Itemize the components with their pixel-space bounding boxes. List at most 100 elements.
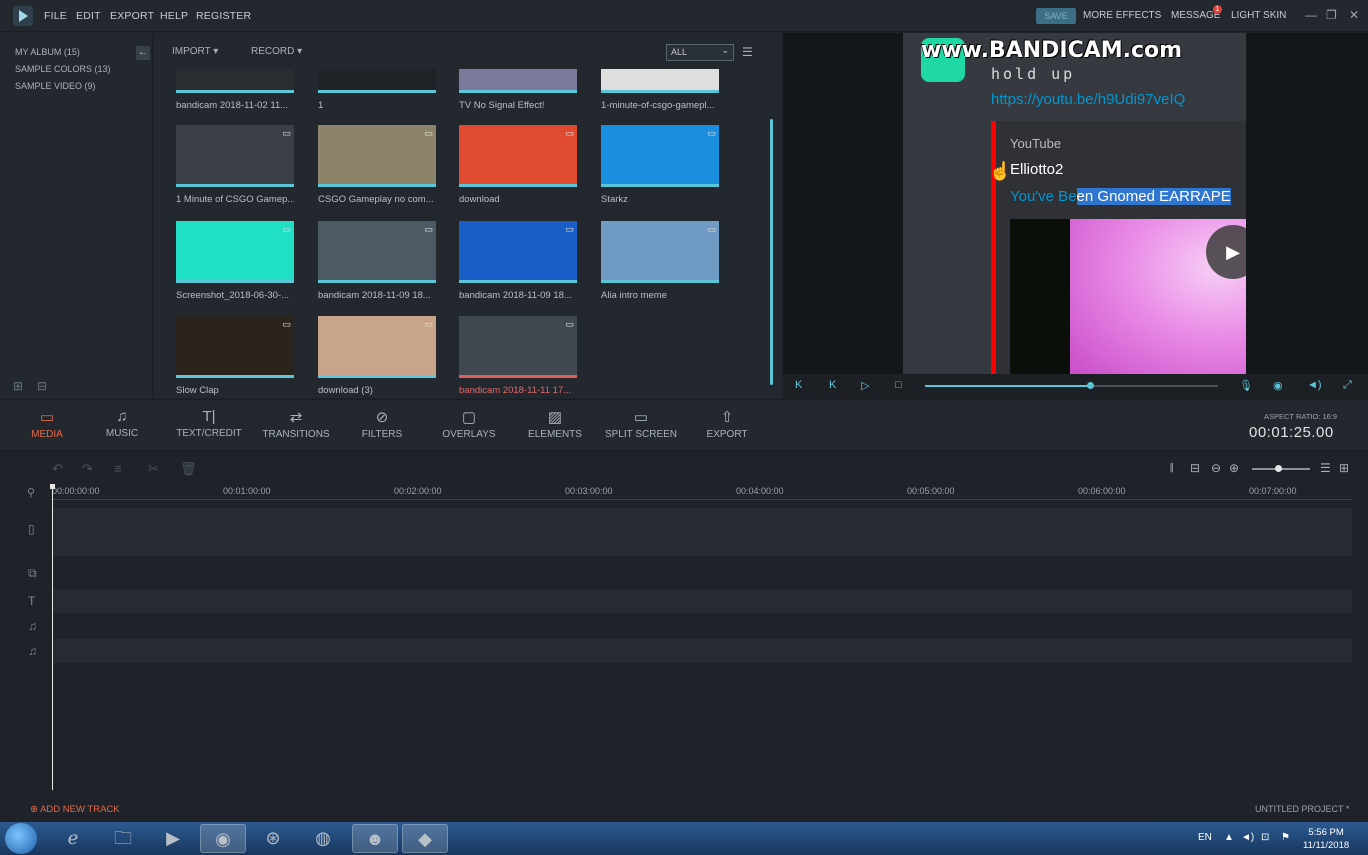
video-track[interactable] <box>52 508 1352 556</box>
menu-file[interactable]: FILE <box>44 10 67 22</box>
tab-text-credit[interactable]: T| TEXT/CREDIT <box>169 408 249 439</box>
ruler-tick: 00:07:00:00 <box>1249 486 1297 496</box>
tab-icon: ♫ <box>116 408 128 425</box>
tab-media[interactable]: ▭ MEDIA <box>7 408 87 440</box>
media-filter-select[interactable]: ALL ⌄ <box>666 44 734 61</box>
menu-help[interactable]: HELP <box>160 10 188 22</box>
media-item[interactable]: ▭ Screenshot_2018-06-30-... <box>176 221 294 301</box>
volume-tray-icon[interactable]: ◄) <box>1241 832 1254 843</box>
adjust-icon[interactable]: ≡ <box>114 461 122 476</box>
chrome-icon[interactable]: ◉ <box>200 824 246 853</box>
file-explorer-icon[interactable]: 🗀 <box>100 824 146 853</box>
redo-icon[interactable]: ↷ <box>82 461 93 477</box>
firefox-icon[interactable]: ◍ <box>300 824 346 853</box>
step-forward-icon[interactable]: K <box>829 379 836 391</box>
media-item[interactable]: ▭ Slow Clap <box>176 316 294 396</box>
media-item[interactable]: 1-minute-of-csgo-gamepl... <box>601 69 719 111</box>
tab-filters[interactable]: ⊘ FILTERS <box>342 408 422 440</box>
delete-icon[interactable]: 🗑 <box>180 461 197 477</box>
record-button[interactable]: RECORD ▾ <box>251 46 302 57</box>
media-item[interactable]: bandicam 2018-11-02 11... <box>176 69 294 111</box>
video-track-icon: ▯ <box>28 522 35 536</box>
tab-overlays[interactable]: ▢ OVERLAYS <box>429 408 509 440</box>
media-item[interactable]: ▭ download (3) <box>318 316 436 396</box>
internet-explorer-icon[interactable]: ℯ <box>50 824 96 853</box>
feature-tabs-bar: ▭ MEDIA ♫ MUSIC T| TEXT/CREDIT ⇄ TRANSITIONS ⊘ FI… <box>0 399 1368 451</box>
media-item[interactable]: ▭ 1 Minute of CSGO Gamep... <box>176 125 294 205</box>
preview-progress[interactable] <box>925 382 1218 389</box>
menu-register[interactable]: REGISTER <box>196 10 251 22</box>
fit-timeline-icon[interactable]: ⊟ <box>1190 461 1200 475</box>
add-new-track-button[interactable]: ⊕ ADD NEW TRACK <box>30 804 120 815</box>
save-button[interactable]: SAVE <box>1036 8 1076 24</box>
system-clock[interactable]: 5:56 PM 11/11/2018 <box>1303 826 1349 852</box>
media-thumbnail <box>459 69 577 93</box>
media-thumbnail: ▭ <box>459 125 577 187</box>
fullscreen-icon[interactable]: ⤢ <box>1343 379 1352 392</box>
media-item[interactable]: ▭ CSGO Gameplay no com... <box>318 125 436 205</box>
media-item[interactable]: 1 <box>318 69 436 111</box>
tab-export[interactable]: ⇧ EXPORT <box>687 408 767 440</box>
tab-transitions[interactable]: ⇄ TRANSITIONS <box>256 408 336 440</box>
snapshot-icon[interactable]: ◉ <box>1273 379 1283 392</box>
volume-icon[interactable]: ◄) <box>1307 379 1322 391</box>
tray-arrow-icon[interactable]: ▲ <box>1224 832 1234 843</box>
zoom-out-icon[interactable]: ⊖ <box>1211 461 1221 475</box>
microphone-icon[interactable]: 🎙 <box>1239 379 1253 392</box>
start-button[interactable] <box>5 823 37 854</box>
media-player-icon[interactable]: ▶ <box>150 824 196 853</box>
minimize-icon[interactable]: — <box>1305 8 1317 22</box>
filmora-icon[interactable]: ◆ <box>402 824 448 853</box>
media-item[interactable]: TV No Signal Effect! <box>459 69 577 111</box>
media-item[interactable]: ▭ Starkz <box>601 125 719 205</box>
cut-icon[interactable]: ✂ <box>148 461 159 477</box>
delete-folder-icon[interactable]: ⊟ <box>37 379 47 393</box>
stop-icon[interactable]: □ <box>895 379 902 391</box>
skip-back-icon[interactable]: K <box>795 379 802 391</box>
flag-tray-icon[interactable]: ⚑ <box>1281 832 1290 843</box>
light-skin-button[interactable]: LIGHT SKIN <box>1231 10 1286 21</box>
timeline-ruler[interactable]: 00:00:00:00 00:01:00:00 00:02:00:00 00:03:0… <box>52 484 1352 500</box>
maximize-icon[interactable]: ❐ <box>1326 8 1337 22</box>
close-icon[interactable]: ✕ <box>1349 8 1359 22</box>
tab-label: MEDIA <box>31 429 63 440</box>
tab-label: TEXT/CREDIT <box>176 428 242 439</box>
more-effects-button[interactable]: MORE EFFECTS <box>1083 10 1161 21</box>
media-item[interactable]: ▭ bandicam 2018-11-11 17... <box>459 316 577 396</box>
overlay-track[interactable] <box>52 589 1352 613</box>
media-thumbnail: ▭ <box>318 221 436 283</box>
play-button-icon[interactable]: ▷ <box>861 379 869 392</box>
discord-icon[interactable]: ☻ <box>352 824 398 853</box>
track-manager-icon[interactable]: ☰ <box>1320 461 1331 475</box>
undo-icon[interactable]: ↶ <box>52 461 63 477</box>
tab-elements[interactable]: ▨ ELEMENTS <box>515 408 595 440</box>
tab-label: EXPORT <box>706 429 748 440</box>
language-indicator[interactable]: EN <box>1198 832 1212 843</box>
album-sample-colors[interactable]: SAMPLE COLORS (13) <box>15 64 111 74</box>
zoom-slider[interactable] <box>1252 465 1310 472</box>
media-item[interactable]: ▭ bandicam 2018-11-09 18... <box>459 221 577 301</box>
album-my-album[interactable]: MY ALBUM (15) <box>15 47 80 57</box>
menu-export[interactable]: EXPORT <box>110 10 154 22</box>
media-item[interactable]: ▭ bandicam 2018-11-09 18... <box>318 221 436 301</box>
tab-label: SPLIT SCREEN <box>604 429 678 440</box>
list-view-icon[interactable]: ☰ <box>742 45 753 59</box>
tab-split-screen[interactable]: ▭ SPLIT SCREEN <box>601 408 681 440</box>
tab-music[interactable]: ♫ MUSIC <box>82 408 162 439</box>
media-item[interactable]: ▭ Alia intro meme <box>601 221 719 301</box>
import-button[interactable]: IMPORT ▾ <box>172 46 218 57</box>
network-tray-icon[interactable]: ⊡ <box>1261 832 1269 843</box>
album-sample-video[interactable]: SAMPLE VIDEO (9) <box>15 81 96 91</box>
media-item[interactable]: ▭ download <box>459 125 577 205</box>
collapse-sidebar-icon[interactable]: ← <box>136 46 150 60</box>
snap-icon[interactable]: ⚲ <box>27 486 35 499</box>
playhead[interactable] <box>50 484 55 790</box>
new-folder-icon[interactable]: ⊞ <box>13 379 23 393</box>
audio-track[interactable] <box>52 639 1352 663</box>
zoom-in-icon[interactable]: ⊕ <box>1229 461 1239 475</box>
audio-mixer-icon[interactable]: 𝄂 <box>1170 461 1173 476</box>
media-scrollbar[interactable] <box>770 119 773 385</box>
grid-view-icon[interactable]: ⊞ <box>1339 461 1349 475</box>
menu-edit[interactable]: EDIT <box>76 10 101 22</box>
steam-icon[interactable]: ⊛ <box>250 824 296 853</box>
